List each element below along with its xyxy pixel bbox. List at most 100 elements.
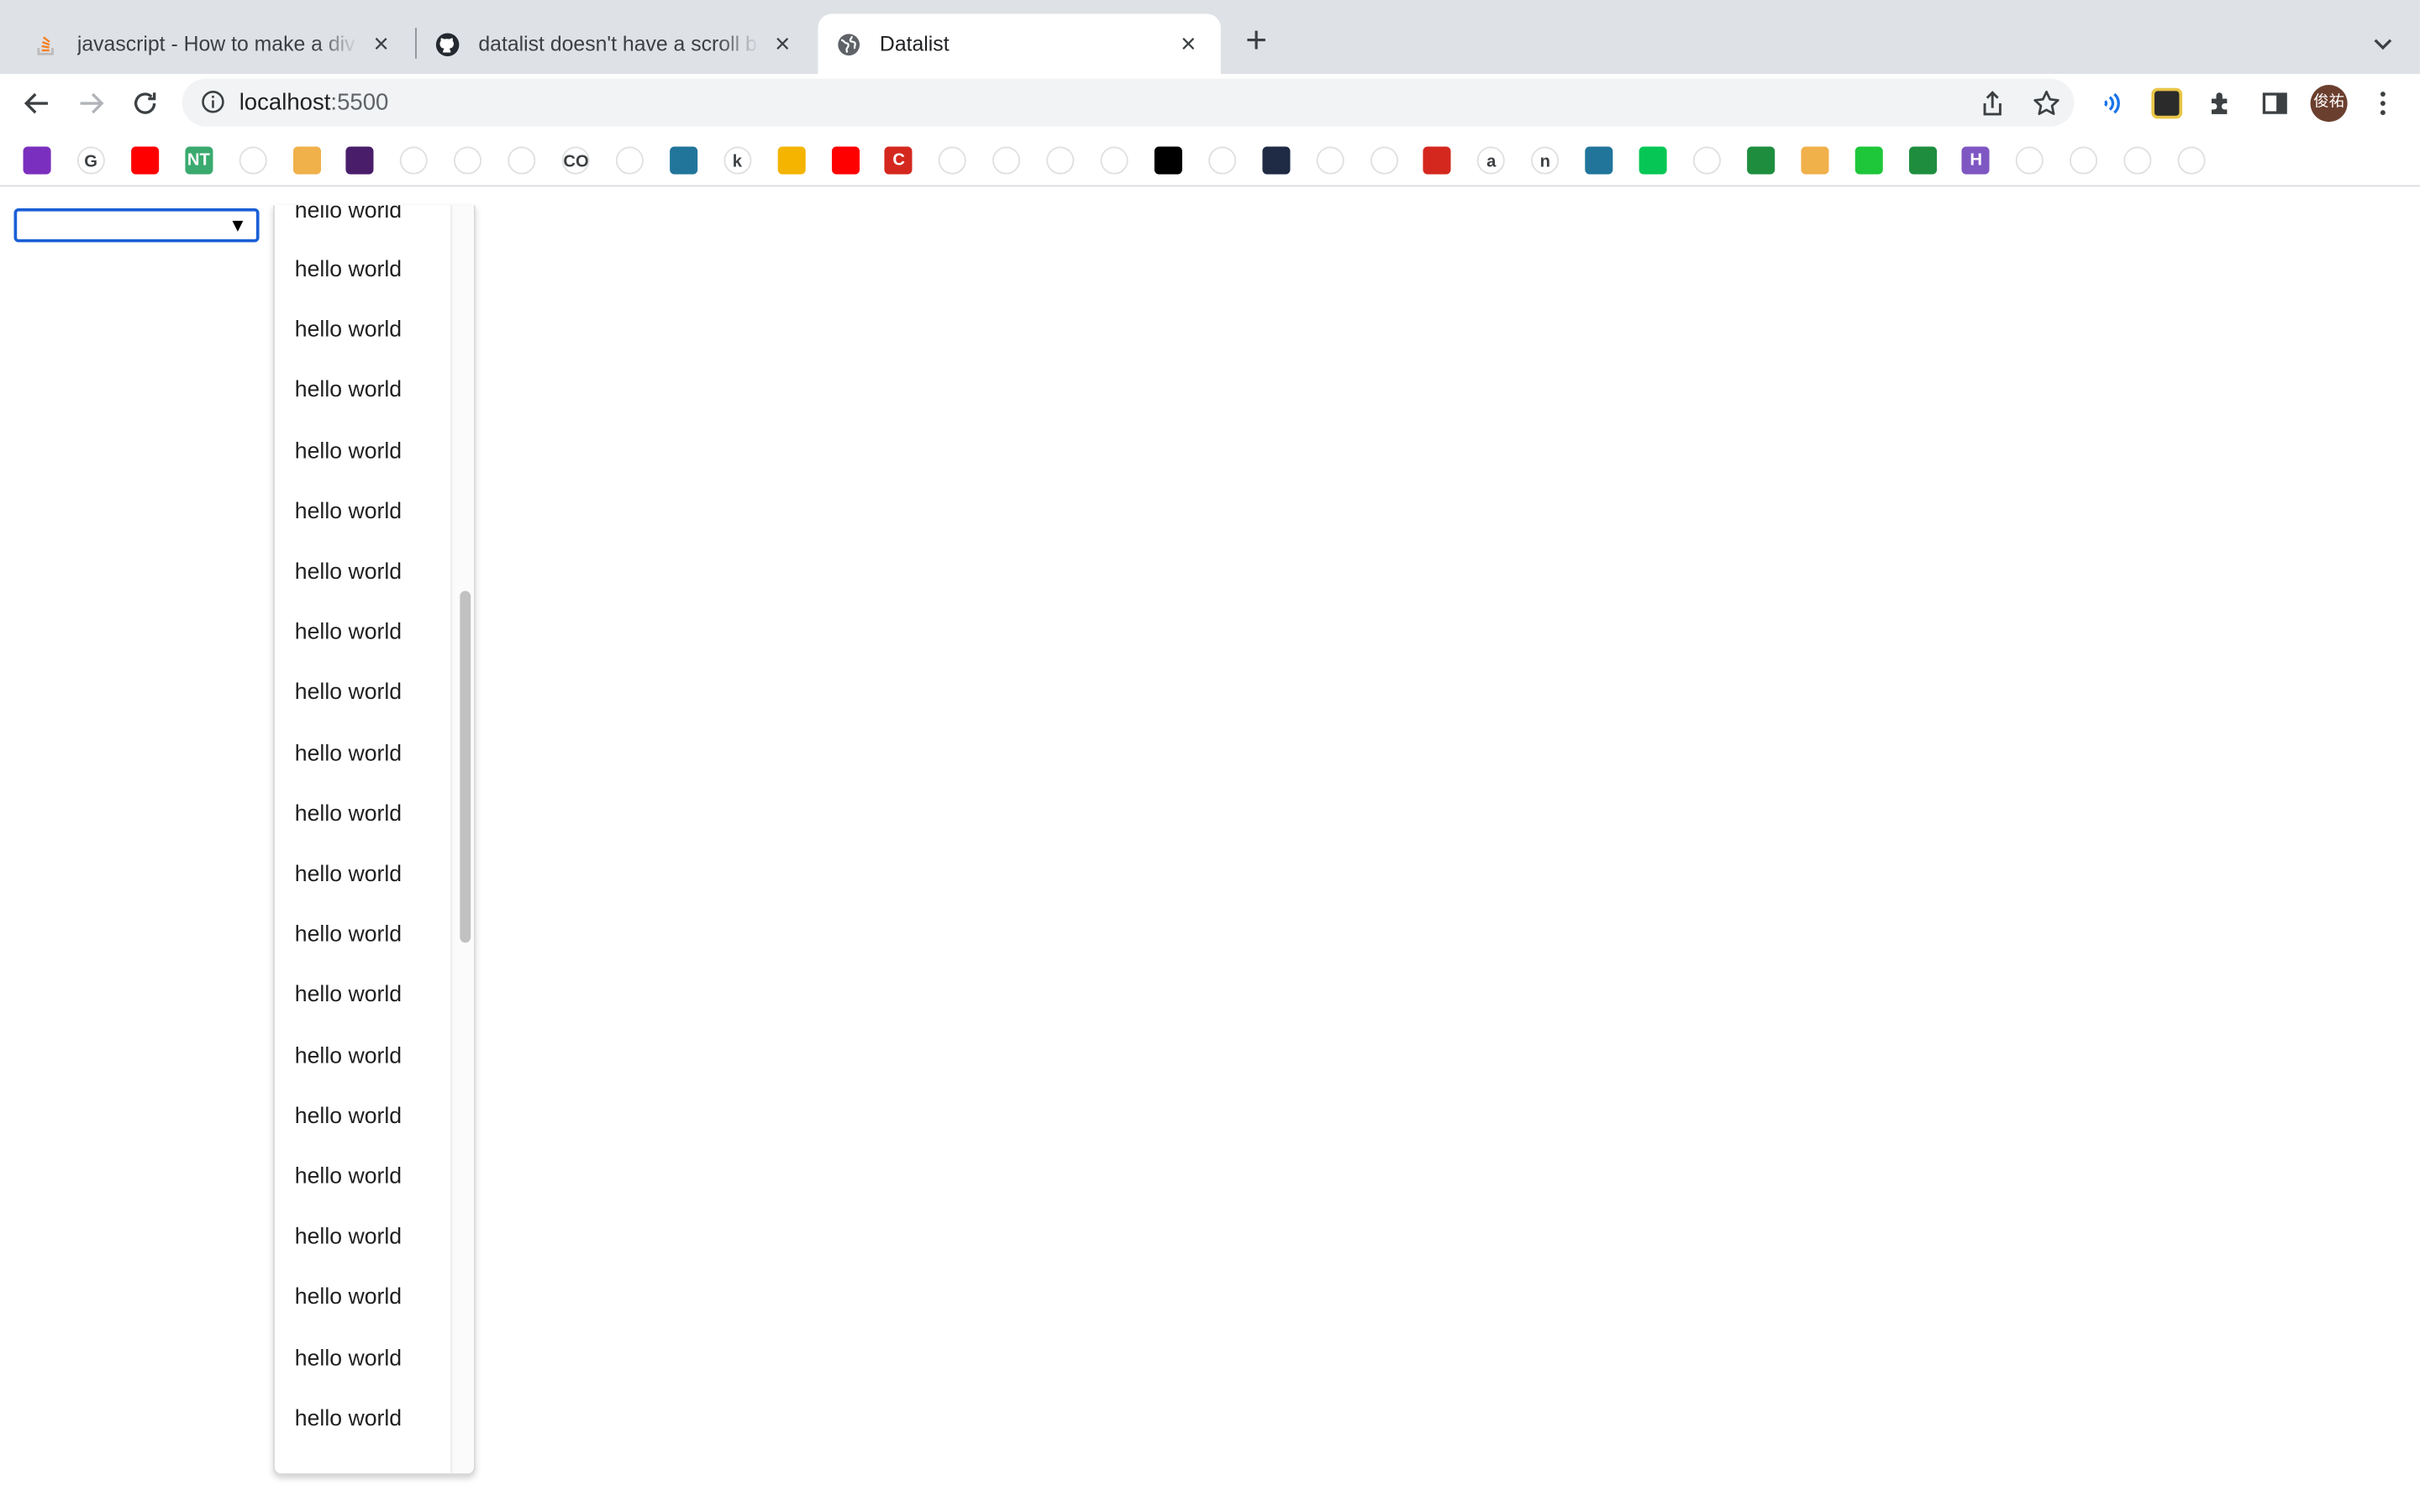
face-icon[interactable] <box>1800 146 1828 175</box>
ring-icon[interactable] <box>2123 146 2152 175</box>
co-icon[interactable]: CO <box>561 146 590 175</box>
close-icon[interactable]: × <box>367 29 395 58</box>
amazon-icon[interactable]: a <box>1477 146 1506 175</box>
bookmarks-bar: G NT CO k Ca n H <box>0 132 2420 187</box>
search-doc-icon[interactable] <box>292 146 321 175</box>
wordpress-icon[interactable] <box>1585 146 1613 175</box>
datalist-input[interactable]: ▼ <box>13 207 260 243</box>
share-icon[interactable] <box>1977 88 2008 119</box>
red-c-icon[interactable]: C <box>885 146 913 175</box>
google-icon[interactable]: G <box>76 146 105 175</box>
globe-icon[interactable] <box>508 146 536 175</box>
green-mail-icon[interactable] <box>1908 146 1937 175</box>
tab-stackoverflow[interactable]: javascript - How to make a div × <box>15 14 413 75</box>
datalist-option[interactable]: hello world <box>295 923 402 948</box>
drive-icon[interactable] <box>615 146 644 175</box>
url-text[interactable]: localhost:5500 <box>239 90 389 116</box>
datalist-option[interactable]: hello world <box>295 621 402 645</box>
ithome-extension-icon[interactable] <box>2149 85 2186 122</box>
datalist-option[interactable]: hello world <box>295 742 402 766</box>
datalist-option[interactable]: hello world <box>295 1347 402 1371</box>
page-content: ▼ hello world hello world hello world hell… <box>0 188 2420 1512</box>
youtube-icon[interactable] <box>130 146 159 175</box>
url-port: :5500 <box>330 89 389 116</box>
fan-icon[interactable] <box>1692 146 1721 175</box>
browser-toolbar: localhost:5500 <box>0 74 2420 133</box>
fish-icon[interactable] <box>2070 146 2098 175</box>
menu-icon[interactable] <box>2365 85 2402 122</box>
datalist-option[interactable]: hello world <box>295 984 402 1008</box>
forward-button[interactable] <box>72 85 109 122</box>
arrow-right-icon <box>80 92 104 114</box>
datalist-option[interactable]: hello world <box>295 1044 402 1068</box>
book-icon[interactable] <box>1315 146 1344 175</box>
triangle-icon[interactable] <box>238 146 267 175</box>
close-icon[interactable]: × <box>769 29 797 58</box>
github-icon <box>435 32 460 56</box>
datalist-option[interactable]: hello world <box>295 500 402 524</box>
triangle-down-icon[interactable]: ▼ <box>229 213 247 239</box>
datalist-option[interactable]: hello world <box>295 560 402 585</box>
green-c-icon[interactable] <box>1854 146 1883 175</box>
purple-square-icon[interactable] <box>346 146 375 175</box>
wifi-extension-icon[interactable] <box>2094 85 2131 122</box>
globe-icon[interactable] <box>1100 146 1128 175</box>
globe-icon[interactable] <box>992 146 1021 175</box>
new-tab-button[interactable]: + <box>1238 23 1275 61</box>
slash-icon[interactable] <box>2016 146 2044 175</box>
k-icon[interactable]: k <box>723 146 751 175</box>
stackoverflow-icon <box>34 32 58 56</box>
datalist-option[interactable]: hello world <box>295 1105 402 1129</box>
puzzle-icon[interactable] <box>1207 146 1236 175</box>
h-icon[interactable]: H <box>1962 146 1991 175</box>
datalist-option[interactable]: hello world <box>295 318 402 343</box>
tab-title: Datalist <box>879 32 950 56</box>
youtube-icon[interactable] <box>831 146 860 175</box>
nt-icon[interactable]: NT <box>184 146 213 175</box>
tab-title: datalist doesn't have a scroll bar <box>478 32 760 56</box>
datalist-option[interactable]: hello world <box>295 439 402 464</box>
blue-a-icon[interactable] <box>400 146 429 175</box>
close-icon[interactable]: × <box>1175 29 1202 58</box>
n-icon[interactable]: n <box>1531 146 1560 175</box>
wordpress-icon[interactable] <box>669 146 697 175</box>
puzzle-icon[interactable] <box>2202 85 2239 122</box>
back-button[interactable] <box>18 85 55 122</box>
datalist-dropdown[interactable]: hello world hello world hello world hello … <box>273 205 476 1475</box>
datalist-option[interactable]: hello world <box>295 802 402 827</box>
datalist-option[interactable]: hello world <box>295 681 402 706</box>
ai-mall-icon[interactable] <box>1046 146 1075 175</box>
slides-icon[interactable] <box>776 146 806 175</box>
profile-avatar[interactable]: 俊祐 <box>2310 85 2348 123</box>
datalist-option[interactable]: hello world <box>295 258 402 282</box>
tab-github[interactable]: datalist doesn't have a scroll bar × <box>417 14 815 75</box>
tab-search-icon[interactable] <box>2367 28 2398 59</box>
black-triangle-icon[interactable] <box>1154 146 1182 175</box>
datalist-option[interactable]: hello world <box>295 1286 402 1310</box>
scrollbar[interactable] <box>450 205 474 1474</box>
red-grid-icon[interactable] <box>1423 146 1452 175</box>
arrow-left-icon <box>24 92 48 114</box>
hex-icon[interactable] <box>1261 146 1290 175</box>
line-icon[interactable] <box>1639 146 1667 175</box>
datalist-option[interactable]: hello world <box>295 863 402 887</box>
tab-datalist[interactable]: Datalist × <box>818 13 1221 75</box>
datalist-option-partial[interactable]: hello world <box>295 205 402 223</box>
datalist-option[interactable]: hello world <box>295 1165 402 1189</box>
datalist-option[interactable]: hello world <box>295 1407 402 1431</box>
datalist-option[interactable]: hello world <box>295 379 402 403</box>
star-icon[interactable] <box>2031 88 2062 119</box>
rainbow-icon[interactable] <box>1370 146 1398 175</box>
green-plus-icon[interactable] <box>1746 146 1775 175</box>
purple-circle-icon[interactable] <box>23 146 51 175</box>
colored-blocks-icon[interactable] <box>2177 146 2206 175</box>
pinwheel-icon[interactable] <box>939 146 967 175</box>
address-bar[interactable]: localhost:5500 <box>182 78 2075 127</box>
info-icon[interactable] <box>201 90 225 114</box>
side-panel-icon[interactable] <box>2256 85 2293 122</box>
reload-button[interactable] <box>127 85 164 122</box>
globe-icon[interactable] <box>454 146 482 175</box>
scrollbar-thumb[interactable] <box>460 591 471 943</box>
datalist-option[interactable]: hello world <box>295 1226 402 1250</box>
tab-strip: javascript - How to make a div × datalis… <box>0 0 2420 75</box>
